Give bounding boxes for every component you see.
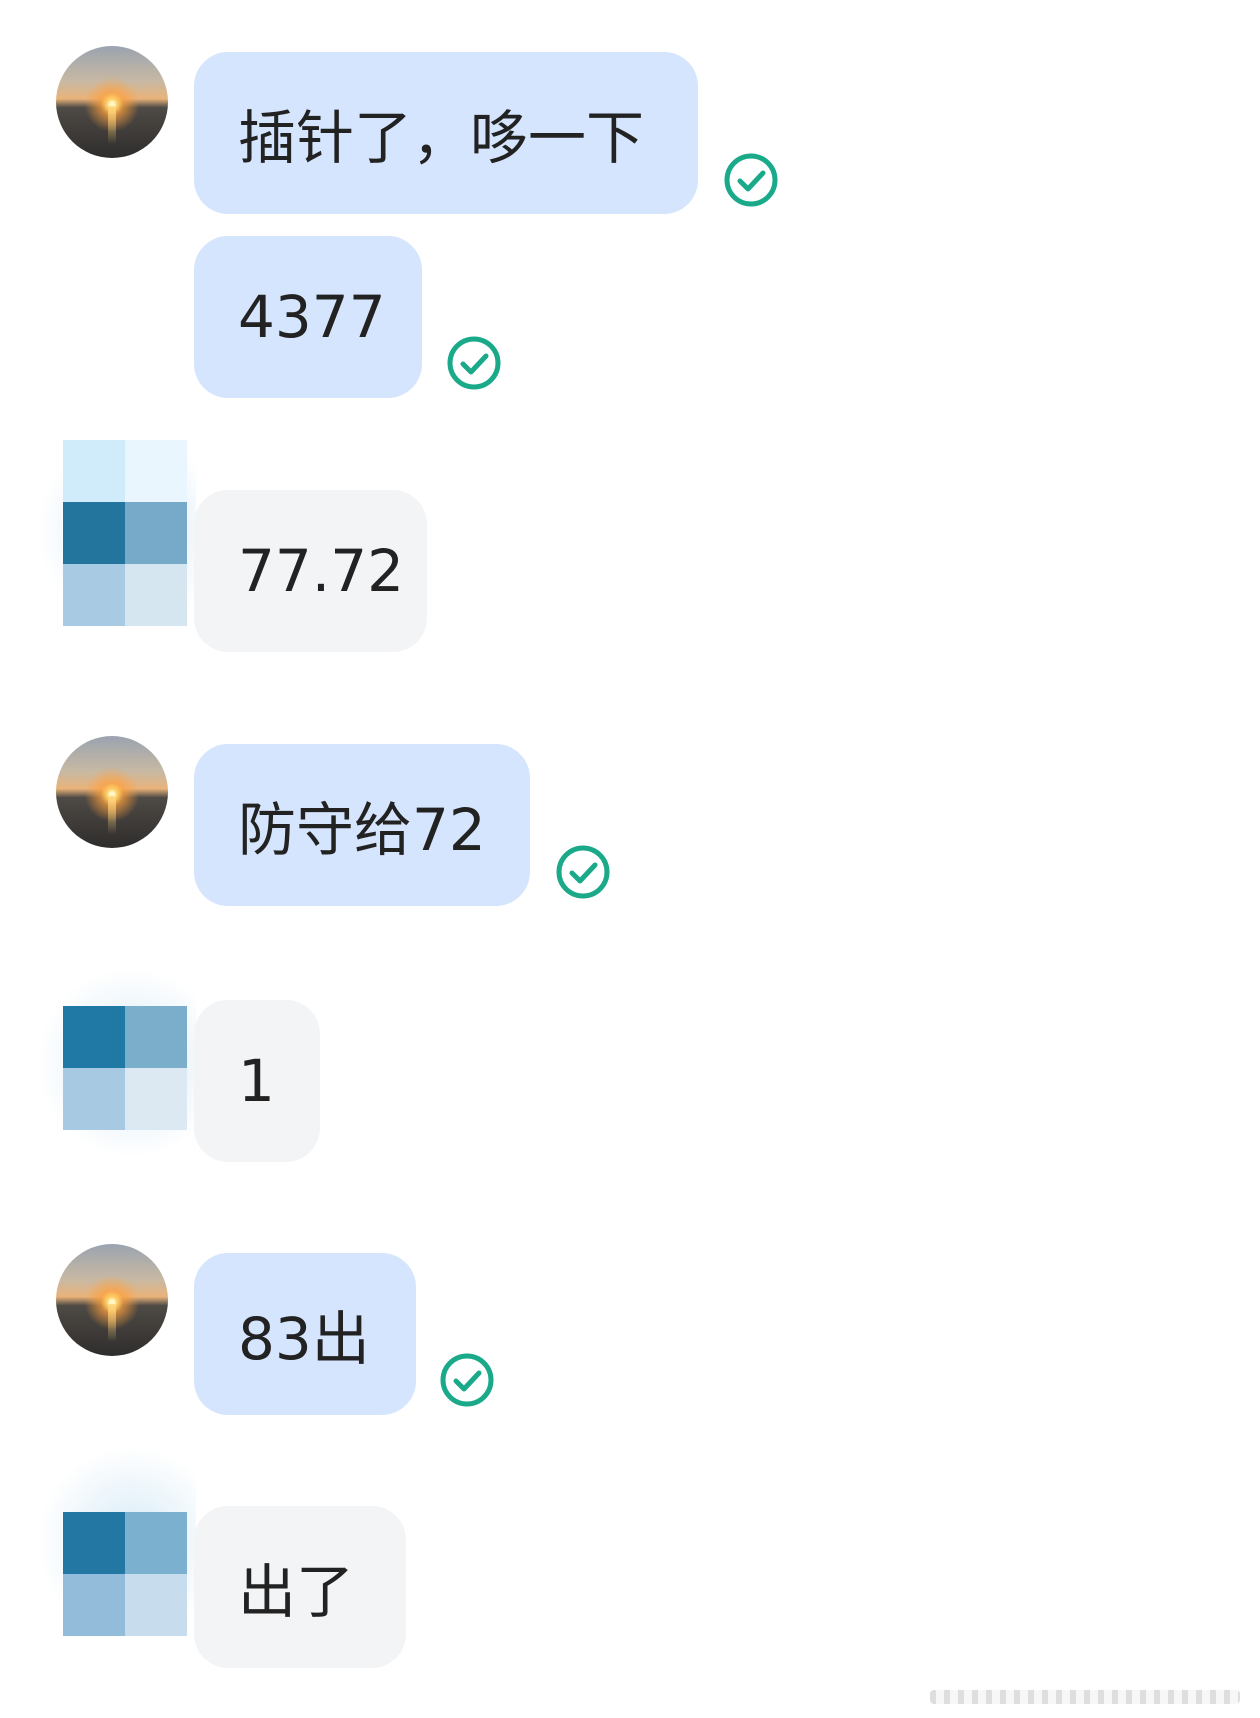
- message-text: 插针了，哆一下: [238, 104, 645, 172]
- other-avatar[interactable]: [36, 968, 196, 1158]
- check-circle-icon: [556, 845, 610, 899]
- message-bubble-self[interactable]: 83出: [194, 1253, 416, 1415]
- other-avatar[interactable]: [36, 1446, 196, 1636]
- check-circle-icon: [724, 153, 778, 207]
- self-avatar[interactable]: [56, 736, 168, 848]
- message-text: 83出: [238, 1305, 370, 1373]
- self-avatar[interactable]: [56, 1244, 168, 1356]
- message-text: 77.72: [238, 537, 405, 605]
- home-indicator: [930, 1690, 1240, 1704]
- message-text: 出了: [238, 1558, 355, 1626]
- message-bubble-self[interactable]: 4377: [194, 236, 422, 398]
- other-avatar[interactable]: [36, 436, 196, 626]
- message-text: 防守给72: [238, 796, 486, 864]
- self-avatar[interactable]: [56, 46, 168, 158]
- chat-thread: 插针了，哆一下 4377 77.72 防守给72 1 83出 出了: [0, 0, 1260, 1718]
- message-text: 4377: [238, 283, 386, 351]
- message-bubble-other[interactable]: 出了: [194, 1506, 406, 1668]
- message-bubble-self[interactable]: 防守给72: [194, 744, 530, 906]
- message-text: 1: [238, 1047, 275, 1115]
- check-circle-icon: [447, 336, 501, 390]
- check-circle-icon: [440, 1353, 494, 1407]
- message-bubble-other[interactable]: 77.72: [194, 490, 427, 652]
- message-bubble-other[interactable]: 1: [194, 1000, 320, 1162]
- message-bubble-self[interactable]: 插针了，哆一下: [194, 52, 698, 214]
